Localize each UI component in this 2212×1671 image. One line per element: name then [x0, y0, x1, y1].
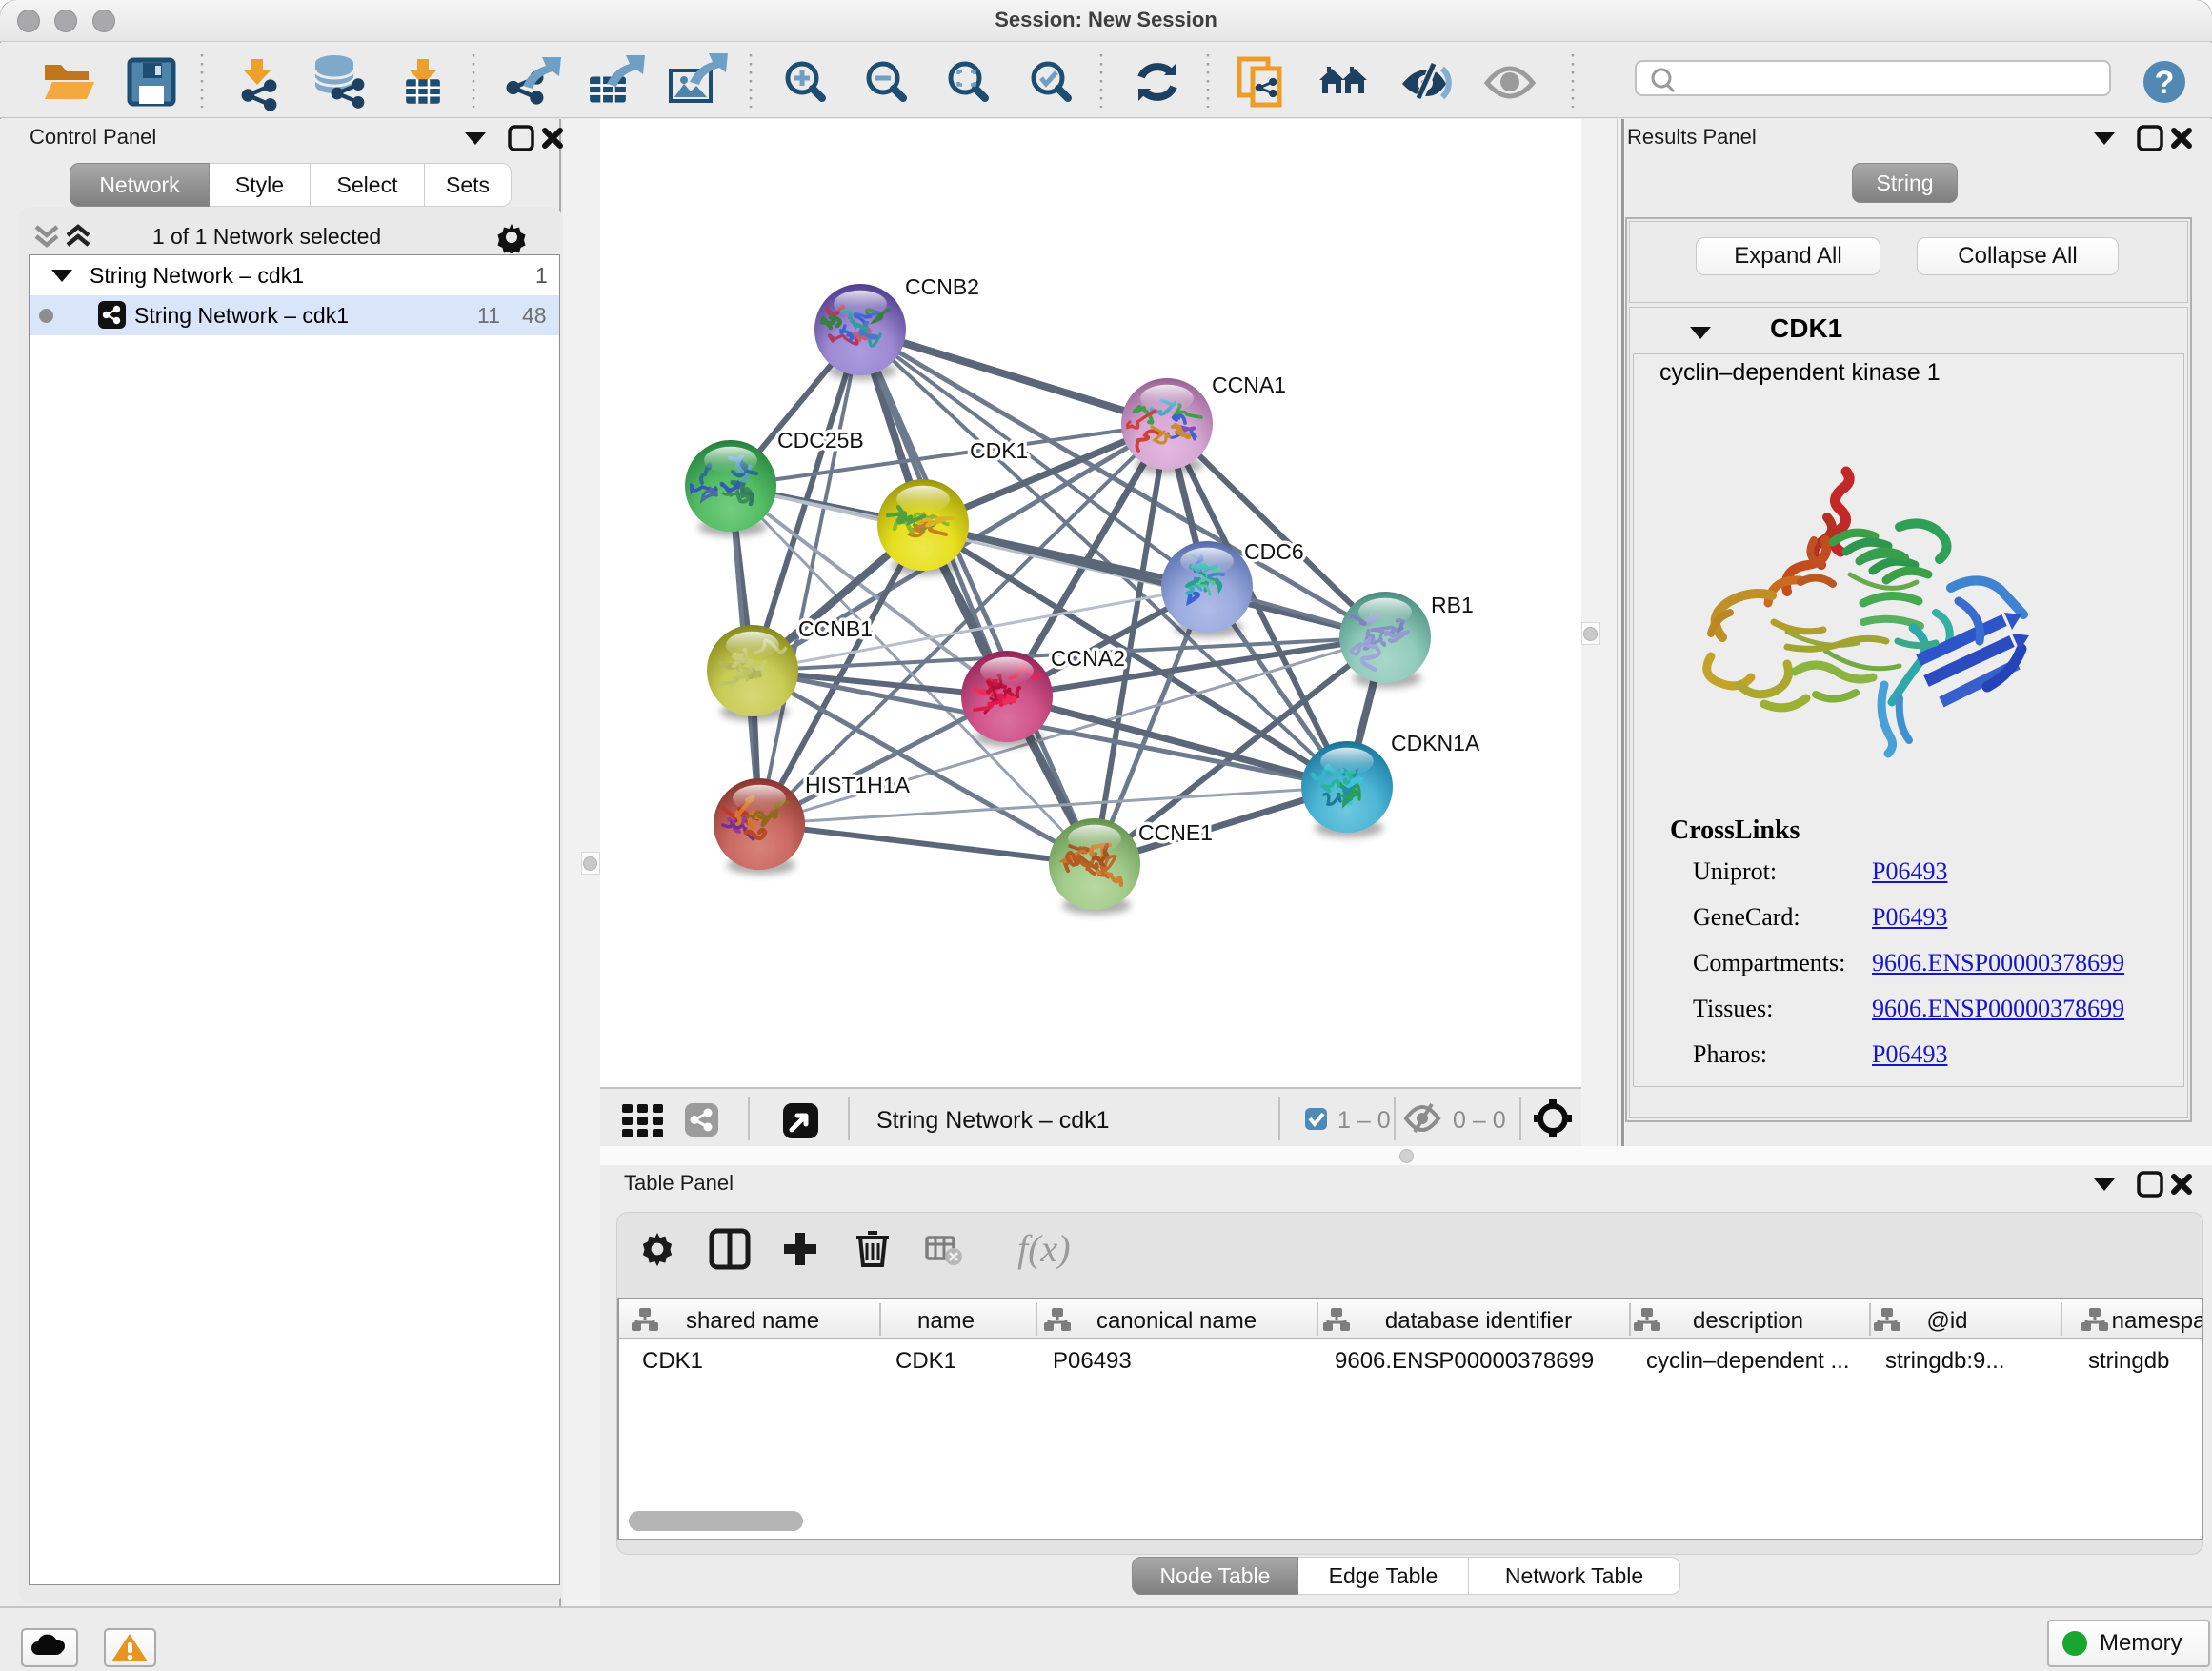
svg-text:description: description	[1693, 1308, 1803, 1334]
svg-text:CCNA2: CCNA2	[1051, 646, 1125, 671]
svg-text:CDK1: CDK1	[970, 438, 1028, 463]
svg-text:CDC6: CDC6	[1244, 539, 1304, 564]
svg-text:HIST1H1A: HIST1H1A	[805, 773, 911, 797]
svg-text:CCNB1: CCNB1	[798, 616, 873, 641]
svg-text:CDC25B: CDC25B	[777, 428, 864, 453]
svg-text:CDKN1A: CDKN1A	[1391, 731, 1480, 755]
svg-text:String Network – cdk1: String Network – cdk1	[876, 1107, 1110, 1134]
svg-text:canonical name: canonical name	[1096, 1308, 1257, 1334]
svg-text:@id: @id	[1926, 1308, 1967, 1334]
svg-text:?: ?	[2155, 65, 2175, 101]
svg-text:CCNB2: CCNB2	[905, 274, 979, 299]
svg-text:0 – 0: 0 – 0	[1453, 1107, 1506, 1134]
svg-text:f(x): f(x)	[1017, 1227, 1071, 1270]
svg-text:database identifier: database identifier	[1385, 1308, 1572, 1334]
svg-text:namespac: namespac	[2112, 1308, 2202, 1334]
svg-text:name: name	[917, 1308, 975, 1334]
svg-text:shared name: shared name	[686, 1308, 819, 1334]
svg-text:CCNE1: CCNE1	[1138, 820, 1213, 845]
svg-text:RB1: RB1	[1431, 593, 1474, 617]
svg-text:1 – 0: 1 – 0	[1337, 1107, 1391, 1134]
svg-text:CCNA1: CCNA1	[1212, 372, 1286, 397]
